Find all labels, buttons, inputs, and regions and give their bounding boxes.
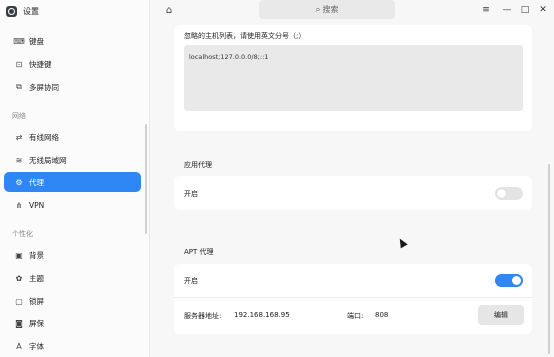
edit-button[interactable]: 编辑 (478, 305, 524, 325)
menu-button[interactable]: ≡ (479, 3, 493, 17)
sidebar-item-wired[interactable]: ⇄ 有线网络 (4, 127, 141, 147)
sidebar-item-label: 无线局域网 (29, 155, 67, 165)
home-icon: ⌂ (165, 4, 173, 16)
wifi-icon: ≋ (15, 155, 23, 165)
ignore-hosts-card: 忽略的主机列表，请使用英文分号（;） localhost;127.0.0.0/8… (174, 25, 532, 131)
section-title-personalization: 个性化 (12, 230, 33, 238)
sidebar-item-label: 代理 (29, 177, 44, 187)
sidebar-item-label: 键盘 (29, 36, 44, 46)
ignore-hosts-field[interactable]: localhost;127.0.0.0/8;::1 (184, 45, 523, 111)
sidebar-item-label: 多屏协同 (29, 82, 59, 92)
divider (174, 297, 532, 298)
server-address-value: 192.168.168.95 (234, 311, 290, 319)
wallpaper-icon: ▣ (15, 250, 23, 260)
app-header: 设置 (6, 4, 39, 18)
menu-icon: ≡ (482, 5, 490, 15)
app-proxy-toggle[interactable] (495, 187, 523, 200)
shortcut-icon: ⊡ (15, 59, 23, 69)
theme-icon: ✿ (15, 273, 23, 283)
sidebar-item-label: 快捷键 (29, 59, 52, 69)
sidebar-item-lockscreen[interactable]: ▢ 锁屏 (4, 291, 141, 311)
search-input[interactable]: ⌕ 搜索 (259, 0, 395, 19)
sidebar-item-background[interactable]: ▣ 背景 (4, 245, 141, 265)
keyboard-icon: ⌨ (13, 36, 25, 46)
apt-proxy-enable-label: 开启 (184, 277, 198, 285)
maximize-button[interactable]: □ (518, 3, 532, 17)
sidebar-item-theme[interactable]: ✿ 主题 (4, 268, 141, 288)
close-button[interactable]: ✕ (536, 3, 550, 17)
title-bar: ⌂ ⌕ 搜索 ≡ — □ ✕ (151, 0, 554, 21)
settings-app-icon (6, 5, 17, 17)
sidebar-item-keyboard[interactable]: ⌨ 键盘 (4, 31, 141, 51)
sidebar-item-label: 背景 (29, 250, 44, 260)
search-icon: ⌕ (315, 4, 321, 15)
minimize-button[interactable]: — (500, 3, 514, 17)
sidebar-item-wifi[interactable]: ≋ 无线局域网 (4, 150, 141, 170)
sidebar-item-label: 字体 (29, 341, 44, 351)
app-proxy-enable-label: 开启 (184, 190, 198, 198)
app-proxy-heading: 应用代理 (184, 161, 212, 169)
port-value: 808 (375, 311, 389, 319)
multiscreen-icon: ⧉ (16, 82, 22, 91)
sidebar-item-multiscreen[interactable]: ⧉ 多屏协同 (4, 77, 141, 97)
sidebar-item-shortcuts[interactable]: ⊡ 快捷键 (4, 54, 141, 74)
home-button[interactable]: ⌂ (162, 3, 176, 17)
proxy-icon: ⚙ (15, 177, 23, 187)
apt-proxy-heading: APT 代理 (184, 248, 214, 256)
wired-network-icon: ⇄ (15, 132, 23, 142)
vpn-icon: ⋔ (15, 200, 23, 210)
apt-proxy-toggle[interactable] (495, 274, 523, 287)
lock-screen-icon: ▢ (15, 296, 23, 306)
app-proxy-card: 开启 (174, 176, 532, 210)
font-icon: A (16, 341, 22, 351)
sidebar-item-label: 锁屏 (29, 296, 44, 306)
sidebar-scrollbar[interactable] (145, 124, 147, 234)
main-scrollbar[interactable] (548, 164, 550, 354)
screensaver-icon: ◙ (15, 318, 23, 328)
sidebar-item-proxy[interactable]: ⚙ 代理 (4, 172, 141, 192)
sidebar-item-label: 屏保 (29, 318, 44, 328)
sidebar: 设置 ⌨ 键盘 ⊡ 快捷键 ⧉ 多屏协同 网络 ⇄ 有线网络 ≋ 无线局域网 ⚙… (0, 0, 150, 357)
sidebar-item-label: 有线网络 (29, 132, 59, 142)
ignore-hosts-label: 忽略的主机列表，请使用英文分号（;） (184, 32, 306, 40)
port-label: 端口: (347, 312, 364, 320)
search-placeholder: 搜索 (322, 5, 339, 14)
sidebar-item-label: VPN (29, 200, 45, 210)
maximize-icon: □ (520, 5, 530, 15)
close-icon: ✕ (539, 5, 547, 15)
sidebar-item-font[interactable]: A 字体 (4, 336, 141, 356)
sidebar-item-label: 主题 (29, 273, 44, 283)
server-address-label: 服务器地址: (184, 312, 222, 320)
mouse-cursor-icon (396, 236, 408, 249)
sidebar-item-screensaver[interactable]: ◙ 屏保 (4, 313, 141, 333)
minimize-icon: — (502, 5, 512, 15)
section-title-network: 网络 (12, 112, 26, 120)
sidebar-item-vpn[interactable]: ⋔ VPN (4, 195, 141, 215)
app-title: 设置 (23, 6, 39, 16)
